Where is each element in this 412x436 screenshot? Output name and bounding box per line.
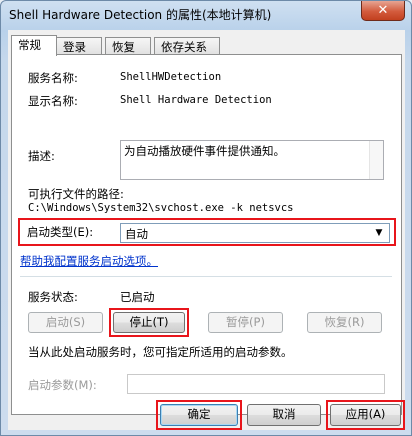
display-name-value: Shell Hardware Detection <box>120 94 272 106</box>
startup-type-highlight: 启动类型(E): 自动 ▼ <box>18 218 396 246</box>
close-button[interactable]: ✕ <box>361 1 405 21</box>
exe-path-label: 可执行文件的路径: <box>28 187 124 201</box>
window-title: Shell Hardware Detection 的属性(本地计算机) <box>9 8 272 22</box>
start-button[interactable]: 启动(S) <box>28 312 103 333</box>
startup-type-label: 启动类型(E): <box>27 225 94 239</box>
tab-dependencies[interactable]: 依存关系 <box>154 37 220 55</box>
service-name-value: ShellHWDetection <box>120 71 222 83</box>
description-scrollbar[interactable] <box>369 141 383 179</box>
display-name-label: 显示名称: <box>28 94 78 108</box>
start-params-hint: 当从此处启动服务时，您可指定所适用的启动参数。 <box>28 345 293 359</box>
stop-button[interactable]: 停止(T) <box>113 312 185 333</box>
service-name-label: 服务名称: <box>28 71 78 85</box>
close-icon: ✕ <box>377 3 389 18</box>
startup-type-value: 自动 <box>125 227 148 241</box>
start-params-label: 启动参数(M): <box>28 378 97 392</box>
help-link[interactable]: 帮助我配置服务启动选项。 <box>20 253 158 269</box>
general-panel: 服务名称: ShellHWDetection 显示名称: Shell Hardw… <box>11 54 402 415</box>
description-value: 为自动播放硬件事件提供通知。 <box>124 144 285 158</box>
ok-button[interactable]: 确定 <box>160 404 238 426</box>
tab-general[interactable]: 常规 <box>11 35 57 56</box>
cancel-button[interactable]: 取消 <box>247 404 321 426</box>
description-box[interactable]: 为自动播放硬件事件提供通知。 <box>120 140 384 180</box>
properties-window: Shell Hardware Detection 的属性(本地计算机) ✕ 常规… <box>0 0 412 436</box>
chevron-down-icon[interactable]: ▼ <box>371 225 387 241</box>
title-bar[interactable]: Shell Hardware Detection 的属性(本地计算机) ✕ <box>1 1 411 29</box>
dialog-client: 常规 登录 恢复 依存关系 服务名称: ShellHWDetection 显示名… <box>8 30 405 430</box>
apply-button[interactable]: 应用(A) <box>330 404 401 426</box>
tab-recovery[interactable]: 恢复 <box>105 37 151 55</box>
exe-path-value: C:\Windows\System32\svchost.exe -k netsv… <box>28 202 294 214</box>
service-status-label: 服务状态: <box>28 290 78 304</box>
pause-button[interactable]: 暂停(P) <box>208 312 283 333</box>
start-params-input[interactable] <box>127 374 385 394</box>
tab-logon[interactable]: 登录 <box>56 37 102 55</box>
description-label: 描述: <box>28 149 55 163</box>
service-status-value: 已启动 <box>120 290 155 304</box>
resume-button[interactable]: 恢复(R) <box>307 312 382 333</box>
startup-type-select[interactable]: 自动 ▼ <box>120 223 390 243</box>
divider <box>20 276 392 277</box>
